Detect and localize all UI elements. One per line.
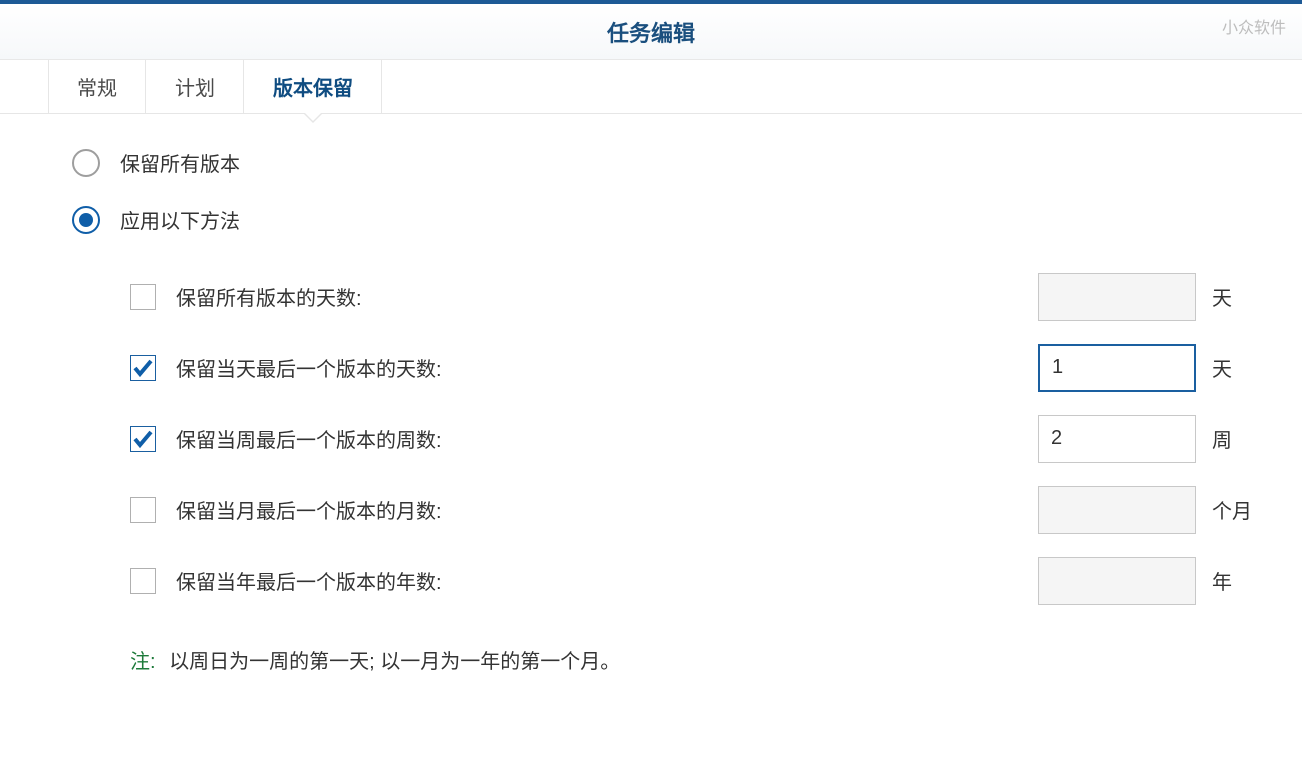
unit-year-last: 年 — [1212, 566, 1252, 595]
checkbox-year-last[interactable] — [130, 568, 156, 594]
label-month-last: 保留当月最后一个版本的月数: — [176, 495, 442, 524]
input-wrap-month-last: 个月 — [1038, 486, 1252, 534]
radio-row-apply-method: 应用以下方法 — [72, 205, 1252, 234]
watermark-text: 小众软件 — [1222, 14, 1286, 38]
input-wrap-all-days: 天 — [1038, 273, 1252, 321]
input-week-last[interactable] — [1038, 415, 1196, 463]
unit-day-last: 天 — [1212, 353, 1252, 382]
input-wrap-year-last: 年 — [1038, 557, 1252, 605]
label-all-days: 保留所有版本的天数: — [176, 282, 362, 311]
unit-month-last: 个月 — [1212, 495, 1252, 524]
checkbox-month-last[interactable] — [130, 497, 156, 523]
input-year-last[interactable] — [1038, 557, 1196, 605]
check-icon — [131, 427, 155, 451]
option-row-day-last: 保留当天最后一个版本的天数: 天 — [130, 353, 1252, 382]
label-day-last: 保留当天最后一个版本的天数: — [176, 353, 442, 382]
input-wrap-week-last: 周 — [1038, 415, 1252, 463]
radio-keep-all-label: 保留所有版本 — [120, 148, 240, 177]
content-area: 保留所有版本 应用以下方法 保留所有版本的天数: 天 保留当天最后一个版本的天数… — [0, 114, 1302, 674]
checkbox-day-last[interactable] — [130, 355, 156, 381]
label-week-last: 保留当周最后一个版本的周数: — [176, 424, 442, 453]
radio-row-keep-all: 保留所有版本 — [72, 148, 1252, 177]
option-row-week-last: 保留当周最后一个版本的周数: 周 — [130, 424, 1252, 453]
tab-version-retention[interactable]: 版本保留 — [244, 60, 382, 113]
tab-schedule[interactable]: 计划 — [146, 60, 244, 113]
page-title: 任务编辑 — [607, 16, 695, 48]
options-group: 保留所有版本的天数: 天 保留当天最后一个版本的天数: 天 保留当周最后一个版本… — [72, 262, 1252, 595]
note-line: 注: 以周日为一周的第一天; 以一月为一年的第一个月。 — [72, 645, 1252, 674]
unit-week-last: 周 — [1212, 424, 1252, 453]
unit-all-days: 天 — [1212, 282, 1252, 311]
input-all-days[interactable] — [1038, 273, 1196, 321]
input-day-last[interactable] — [1038, 344, 1196, 392]
tabs-bar: 常规 计划 版本保留 — [0, 60, 1302, 114]
input-month-last[interactable] — [1038, 486, 1196, 534]
header: 任务编辑 小众软件 — [0, 4, 1302, 60]
check-icon — [131, 356, 155, 380]
option-row-all-days: 保留所有版本的天数: 天 — [130, 282, 1252, 311]
option-row-month-last: 保留当月最后一个版本的月数: 个月 — [130, 495, 1252, 524]
checkbox-week-last[interactable] — [130, 426, 156, 452]
option-row-year-last: 保留当年最后一个版本的年数: 年 — [130, 566, 1252, 595]
label-year-last: 保留当年最后一个版本的年数: — [176, 566, 442, 595]
note-text: 以周日为一周的第一天; 以一月为一年的第一个月。 — [169, 651, 620, 673]
input-wrap-day-last: 天 — [1038, 344, 1252, 392]
radio-keep-all[interactable] — [72, 149, 100, 177]
radio-apply-method[interactable] — [72, 206, 100, 234]
tab-general[interactable]: 常规 — [48, 60, 146, 113]
radio-apply-method-label: 应用以下方法 — [120, 205, 240, 234]
note-label: 注: — [130, 651, 156, 673]
checkbox-all-days[interactable] — [130, 284, 156, 310]
